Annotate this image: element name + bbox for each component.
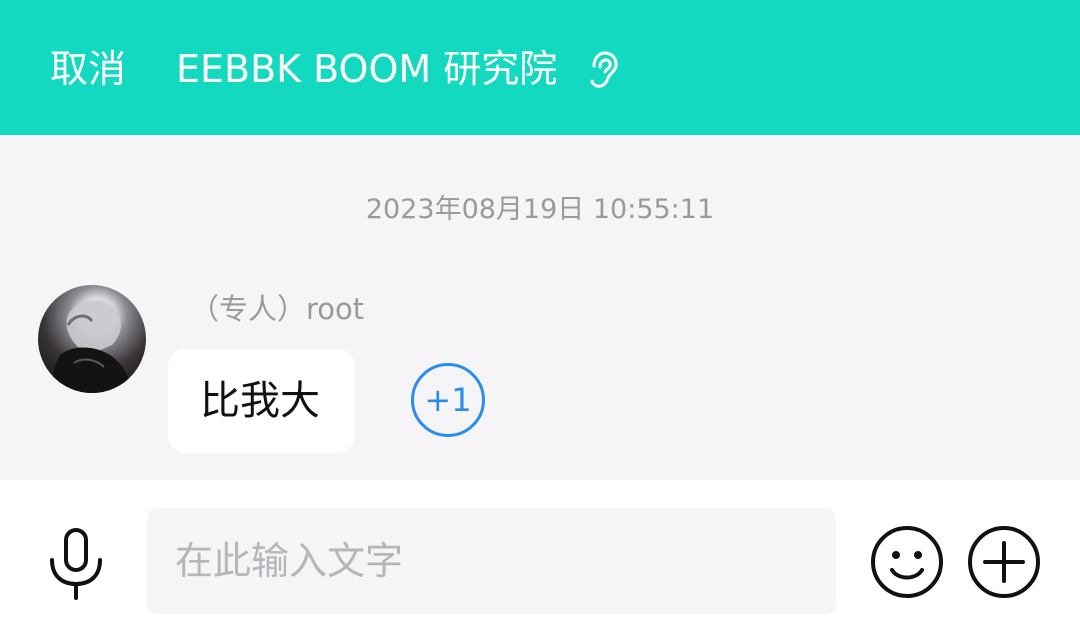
smiley-icon[interactable] [870, 525, 944, 599]
sender-name: （专人）root [190, 292, 365, 326]
avatar[interactable] [38, 285, 146, 393]
avatar-image [52, 300, 134, 393]
message-timestamp: 2023年08月19日 10:55:11 [365, 194, 715, 225]
message-input[interactable] [147, 508, 836, 614]
chat-header: 取消 EEBBK BOOM 研究院 [0, 0, 1080, 135]
message-bubble[interactable]: 比我大 [168, 349, 355, 453]
cancel-button[interactable]: 取消 [50, 44, 126, 94]
ear-icon[interactable] [584, 50, 620, 90]
chat-title: EEBBK BOOM 研究院 [176, 47, 558, 91]
plus-one-button[interactable]: +1 [411, 363, 485, 437]
microphone-icon[interactable] [44, 528, 108, 600]
plus-circle-icon[interactable] [967, 525, 1041, 599]
